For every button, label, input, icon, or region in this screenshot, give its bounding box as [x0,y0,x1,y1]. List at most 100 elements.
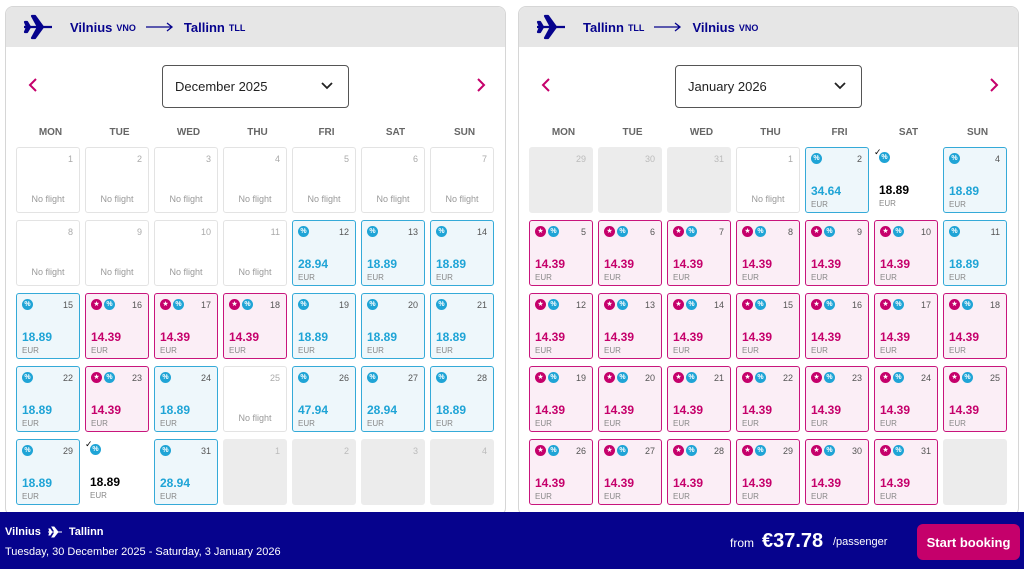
day-cell[interactable]: 18 ★% 14.39 EUR [223,293,287,359]
day-cell[interactable]: 15% 18.89 EUR [16,293,80,359]
fare-currency: EUR [673,273,690,282]
day-number: 17 [920,300,931,310]
deal-badges: ★% [742,226,766,237]
day-cell[interactable]: 31% 28.94 EUR [154,439,218,505]
deal-badges: ★% [535,372,559,383]
day-cell[interactable]: 30 ★% 14.39 EUR [805,439,869,505]
day-cell[interactable]: 23 ★% 14.39 EUR [805,366,869,432]
day-cell[interactable]: 8 ★% 14.39 EUR [736,220,800,286]
day-number: 3 [205,154,211,164]
day-number: 6 [412,154,418,164]
star-icon: ★ [811,226,822,237]
fare-price: 14.39 [811,257,842,271]
fare-price: 14.39 [880,476,911,490]
day-cell[interactable]: 30%✓18.89EUR [85,439,149,505]
day-cell[interactable]: 20 ★% 14.39 EUR [598,366,662,432]
day-cell[interactable]: 15 ★% 14.39 EUR [736,293,800,359]
day-cell[interactable]: 16 ★% 14.39 EUR [85,293,149,359]
day-cell[interactable]: 9 ★% 14.39 EUR [805,220,869,286]
day-cell[interactable]: 28 ★% 14.39 EUR [667,439,731,505]
star-icon: ★ [160,299,171,310]
day-cell[interactable]: 12% 28.94 EUR [292,220,356,286]
fare-price: 14.39 [811,330,842,344]
per-passenger-label: /passenger [833,536,888,548]
discount-icon: % [824,226,835,237]
day-number: 9 [136,227,142,237]
day-cell[interactable]: 19% 18.89 EUR [292,293,356,359]
day-cell[interactable]: 16 ★% 14.39 EUR [805,293,869,359]
day-cell[interactable]: 22% 18.89 EUR [16,366,80,432]
day-cell[interactable]: 19 ★% 14.39 EUR [529,366,593,432]
day-cell[interactable]: 28% 18.89 EUR [430,366,494,432]
chevron-right-icon[interactable] [472,77,488,93]
day-cell[interactable]: 4% 18.89 EUR [943,147,1007,213]
day-number: 9 [856,227,862,237]
day-cell[interactable]: 24 ★% 14.39 EUR [874,366,938,432]
fare-currency: EUR [90,491,107,500]
day-cell[interactable]: 7 ★% 14.39 EUR [667,220,731,286]
day-cell[interactable]: 24% 18.89 EUR [154,366,218,432]
day-cell[interactable]: 29 ★% 14.39 EUR [736,439,800,505]
day-cell: 7 No flight [430,147,494,213]
day-cell[interactable]: 11% 18.89 EUR [943,220,1007,286]
fare-price: 18.89 [949,184,980,198]
start-booking-button[interactable]: Start booking [917,524,1020,560]
discount-icon: % [90,444,101,455]
day-cell[interactable]: 26 ★% 14.39 EUR [529,439,593,505]
discount-icon: % [755,226,766,237]
discount-icon: % [686,372,697,383]
arrow-right-icon [145,22,173,32]
day-cell[interactable]: 22 ★% 14.39 EUR [736,366,800,432]
day-cell[interactable]: 14 ★% 14.39 EUR [667,293,731,359]
day-cell[interactable]: 18 ★% 14.39 EUR [943,293,1007,359]
day-cell[interactable]: 31 ★% 14.39 EUR [874,439,938,505]
day-cell[interactable]: 17 ★% 14.39 EUR [874,293,938,359]
day-cell[interactable]: 27 ★% 14.39 EUR [598,439,662,505]
day-cell[interactable]: 12 ★% 14.39 EUR [529,293,593,359]
deal-badges: % [367,372,378,383]
day-number: 1 [67,154,73,164]
month-select[interactable]: January 2026 [675,65,862,108]
deal-badges: % [811,153,822,164]
day-number: 7 [481,154,487,164]
day-cell: 1 No flight [16,147,80,213]
day-cell[interactable]: 29% 18.89 EUR [16,439,80,505]
discount-icon: % [436,226,447,237]
star-icon: ★ [673,226,684,237]
day-cell[interactable]: 13 ★% 14.39 EUR [598,293,662,359]
deal-badges: ★% [880,299,904,310]
day-cell[interactable]: 23 ★% 14.39 EUR [85,366,149,432]
month-select[interactable]: December 2025 [162,65,349,108]
day-cell[interactable]: 13% 18.89 EUR [361,220,425,286]
day-cell[interactable]: 14% 18.89 EUR [430,220,494,286]
day-cell[interactable]: 3%✓18.89EUR [874,147,938,213]
day-cell: 30 [598,147,662,213]
weekday-label: MON [551,127,576,138]
day-cell[interactable]: 20% 18.89 EUR [361,293,425,359]
day-number: 26 [338,373,349,383]
day-cell[interactable]: 10 ★% 14.39 EUR [874,220,938,286]
deal-badges: % [436,226,447,237]
day-number: 16 [131,300,142,310]
deal-badges: ★% [535,226,559,237]
arrow-right-icon [654,22,682,32]
day-cell[interactable]: 21 ★% 14.39 EUR [667,366,731,432]
day-cell[interactable]: 27% 28.94 EUR [361,366,425,432]
no-flight-label: No flight [376,194,410,204]
day-cell[interactable]: 21% 18.89 EUR [430,293,494,359]
day-cell: 9 No flight [85,220,149,286]
day-cell[interactable]: 5 ★% 14.39 EUR [529,220,593,286]
deal-badges: ★% [91,372,115,383]
discount-icon: % [686,226,697,237]
chevron-left-icon[interactable] [26,77,42,93]
star-icon: ★ [811,299,822,310]
chevron-left-icon[interactable] [539,77,555,93]
day-cell: 31 [667,147,731,213]
day-cell[interactable]: 2% 34.64 EUR [805,147,869,213]
day-cell[interactable]: 17 ★% 14.39 EUR [154,293,218,359]
day-cell[interactable]: 25 ★% 14.39 EUR [943,366,1007,432]
day-cell[interactable]: 26% 47.94 EUR [292,366,356,432]
day-cell[interactable]: 6 ★% 14.39 EUR [598,220,662,286]
chevron-right-icon[interactable] [985,77,1001,93]
day-number: 29 [62,446,73,456]
